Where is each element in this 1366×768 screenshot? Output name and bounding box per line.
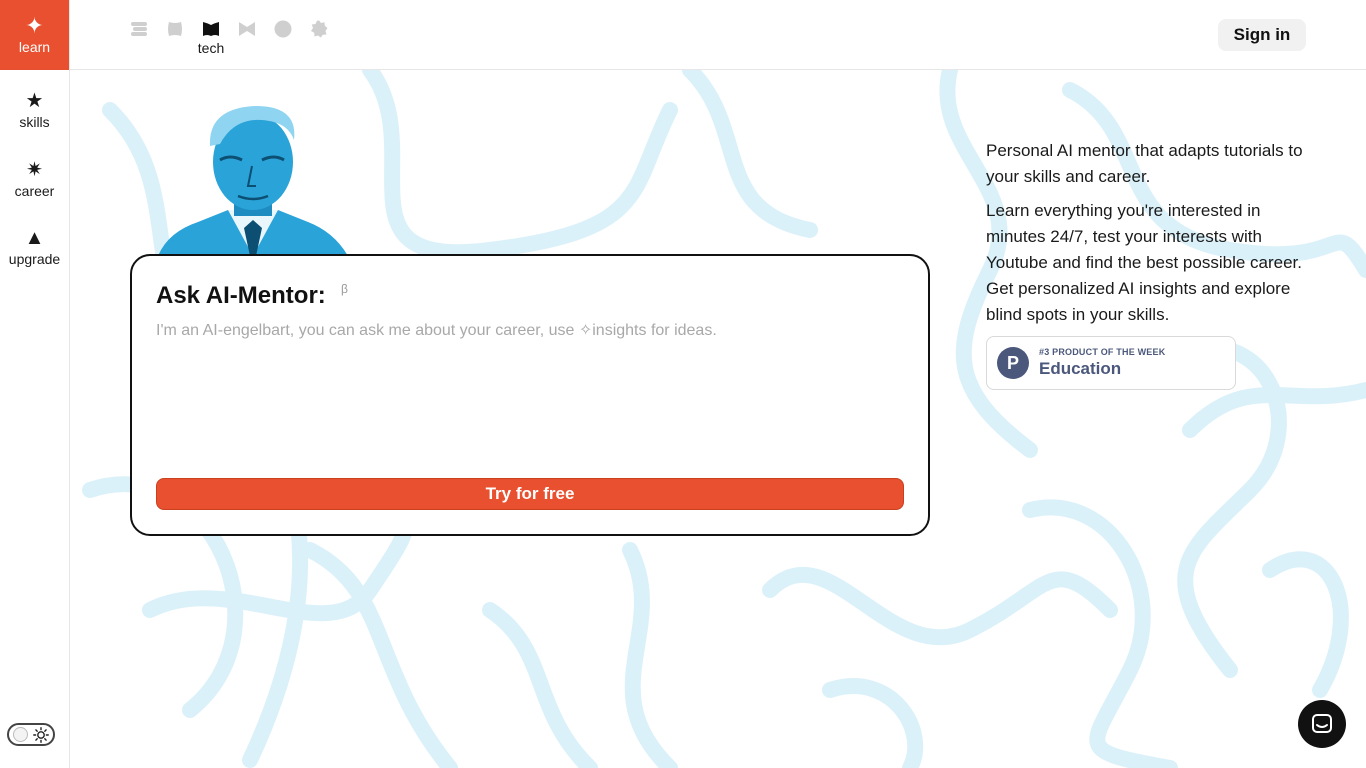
ask-input[interactable] bbox=[156, 320, 904, 460]
blob-icon bbox=[168, 22, 182, 36]
description: Personal AI mentor that adapts tutorials… bbox=[986, 138, 1316, 336]
product-hunt-icon: P bbox=[997, 347, 1029, 379]
layers-icon bbox=[131, 22, 147, 36]
sidebar-item-label: learn bbox=[18, 39, 51, 55]
tab-layers[interactable] bbox=[130, 20, 148, 38]
bowtie-icon bbox=[239, 22, 255, 36]
ask-mentor-card: Ask AI-Mentor: β Try for free bbox=[130, 254, 930, 536]
description-body: Learn everything you're interested in mi… bbox=[986, 201, 1302, 324]
tech-tabs: tech bbox=[130, 20, 328, 56]
tab-tech[interactable]: tech bbox=[198, 20, 224, 56]
tab-label: tech bbox=[197, 40, 225, 56]
try-for-free-button[interactable]: Try for free bbox=[156, 478, 904, 510]
book-icon bbox=[203, 22, 219, 36]
product-hunt-badge[interactable]: P #3 PRODUCT OF THE WEEK Education bbox=[986, 336, 1236, 390]
sun-icon bbox=[33, 726, 49, 743]
ask-title: Ask AI-Mentor: bbox=[156, 282, 326, 309]
description-intro: Personal AI mentor that adapts tutorials… bbox=[986, 141, 1303, 186]
product-hunt-kicker: #3 PRODUCT OF THE WEEK bbox=[1039, 347, 1166, 357]
top-bar: tech Sign in bbox=[70, 0, 1366, 70]
sidebar-item-learn[interactable]: ✦ learn bbox=[0, 0, 69, 70]
sidebar-item-skills[interactable]: ★ skills bbox=[0, 80, 69, 140]
sidebar-item-label: skills bbox=[19, 114, 50, 130]
sign-in-button[interactable]: Sign in bbox=[1218, 19, 1306, 51]
triangle-icon: ▲ bbox=[24, 227, 45, 249]
circle-icon bbox=[274, 20, 292, 38]
sidebar-item-label: upgrade bbox=[8, 251, 61, 267]
tab-gear[interactable] bbox=[310, 20, 328, 38]
chat-launcher-button[interactable] bbox=[1298, 700, 1346, 748]
beta-badge: β bbox=[341, 282, 348, 296]
gear-icon bbox=[311, 20, 328, 38]
tab-circle[interactable] bbox=[274, 20, 292, 38]
tab-bowtie[interactable] bbox=[238, 20, 256, 38]
sidebar-item-upgrade[interactable]: ▲ upgrade bbox=[0, 216, 69, 278]
toggle-knob bbox=[13, 727, 28, 742]
mentor-portrait bbox=[158, 106, 348, 256]
product-hunt-text: #3 PRODUCT OF THE WEEK Education bbox=[1039, 347, 1165, 379]
star-icon: ★ bbox=[25, 90, 44, 112]
sparkle-icon: ✦ bbox=[25, 13, 44, 38]
sidebar-item-career[interactable]: ✷ career bbox=[0, 148, 69, 210]
theme-toggle[interactable] bbox=[7, 723, 55, 746]
burst-icon: ✷ bbox=[26, 159, 43, 181]
tab-blob[interactable] bbox=[166, 20, 184, 38]
chat-icon bbox=[1312, 714, 1332, 733]
sidebar-item-label: career bbox=[14, 183, 55, 199]
product-hunt-category: Education bbox=[1039, 359, 1122, 378]
sidebar: ✦ learn ★ skills ✷ career ▲ upgrade bbox=[0, 0, 70, 768]
